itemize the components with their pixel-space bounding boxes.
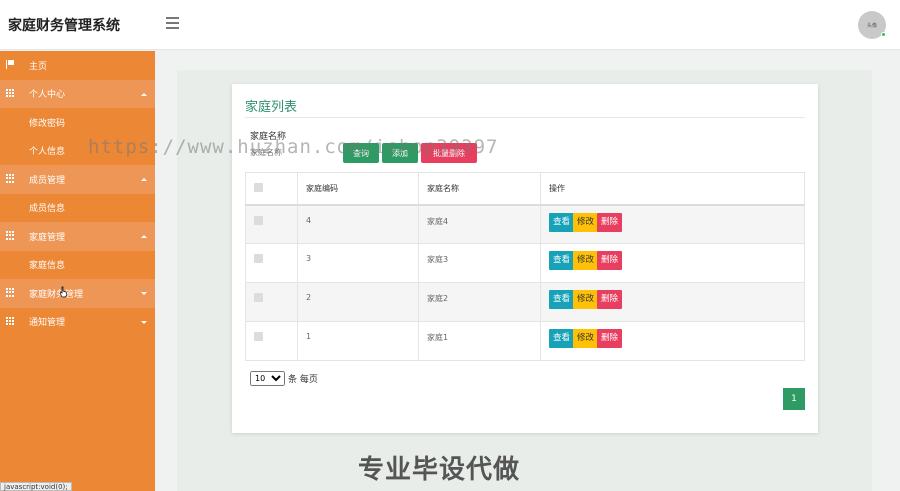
delete-button[interactable]: 删除 — [597, 212, 623, 232]
view-button[interactable]: 查看 — [549, 212, 575, 232]
sidebar-item-family-info[interactable]: 家庭信息 — [0, 251, 155, 280]
sidebar-item-change-password[interactable]: 修改密码 — [0, 108, 155, 137]
grid-icon — [6, 288, 15, 297]
delete-button[interactable]: 删除 — [597, 251, 623, 270]
column-header: 家庭名称 — [418, 172, 541, 206]
hand-cursor-icon — [60, 286, 68, 298]
menu-toggle-icon[interactable] — [166, 17, 179, 30]
grid-icon — [6, 231, 15, 240]
family-code: 2 — [297, 282, 419, 322]
page-size-control: 10 条 每页 — [250, 371, 318, 386]
sidebar: 主页 个人中心 修改密码 个人信息 成员管理 成员信息 家庭管理 家庭信息 家庭… — [0, 51, 155, 491]
sidebar-item-label: 修改密码 — [29, 118, 66, 129]
edit-button[interactable]: 修改 — [573, 212, 599, 232]
view-button[interactable]: 查看 — [549, 290, 575, 309]
edit-button[interactable]: 修改 — [573, 290, 599, 309]
sidebar-group-family[interactable]: 家庭管理 — [0, 222, 155, 251]
top-bar: 家庭财务管理系统 头像 — [0, 0, 900, 50]
watermark-text: https://www.huzhan.com/ishop39397 — [88, 136, 499, 158]
page-size-select[interactable]: 10 — [250, 371, 285, 386]
table-header-row: 家庭编码 家庭名称 操作 — [245, 172, 805, 206]
sidebar-item-member-info[interactable]: 成员信息 — [0, 194, 155, 223]
family-code: 1 — [297, 321, 419, 361]
row-checkbox[interactable] — [254, 215, 263, 225]
grid-icon — [6, 174, 15, 183]
per-page-label: 条 每页 — [288, 375, 318, 385]
sidebar-group-notice[interactable]: 通知管理 — [0, 308, 155, 337]
sidebar-item-label: 个人信息 — [29, 147, 66, 158]
table-row: 1 家庭1 查看 修改 删除 — [245, 321, 805, 361]
sidebar-group-personal[interactable]: 个人中心 — [0, 79, 155, 108]
family-name: 家庭4 — [418, 204, 541, 244]
title-divider — [245, 117, 805, 118]
page-1-button[interactable]: 1 — [783, 388, 805, 410]
edit-button[interactable]: 修改 — [573, 329, 599, 348]
sidebar-item-label: 个人中心 — [29, 90, 66, 101]
online-status-icon — [881, 32, 886, 37]
family-name: 家庭1 — [418, 321, 541, 361]
sidebar-item-label: 家庭信息 — [29, 261, 66, 272]
delete-button[interactable]: 删除 — [597, 290, 623, 309]
avatar-label: 头像 — [866, 22, 877, 29]
family-name: 家庭2 — [418, 282, 541, 322]
sidebar-item-label: 主页 — [29, 61, 48, 72]
sidebar-item-home[interactable]: 主页 — [0, 51, 155, 80]
grid-icon — [6, 316, 15, 326]
sidebar-group-finance[interactable]: 家庭财务管理 — [0, 279, 155, 308]
sidebar-item-label: 家庭管理 — [29, 232, 66, 243]
row-checkbox[interactable] — [254, 293, 263, 302]
family-code: 4 — [297, 204, 419, 244]
chevron-up-icon — [141, 235, 147, 238]
chevron-down-icon — [141, 292, 147, 295]
avatar[interactable]: 头像 — [858, 11, 886, 39]
page-title: 家庭列表 — [245, 100, 298, 115]
flag-icon — [6, 60, 15, 69]
chevron-up-icon — [141, 178, 147, 181]
sidebar-item-label: 成员管理 — [29, 175, 66, 186]
delete-button[interactable]: 删除 — [597, 329, 623, 348]
sidebar-group-members[interactable]: 成员管理 — [0, 165, 155, 194]
family-table: 家庭编码 家庭名称 操作 4 家庭4 查看 修改 删除 3 家庭3 查看 修改 删除 — [245, 172, 805, 361]
column-header: 家庭编码 — [297, 172, 419, 206]
status-bar-url: javascript:void(0); — [0, 482, 72, 491]
row-checkbox[interactable] — [254, 254, 263, 263]
sidebar-item-label: 家庭财务管理 — [29, 289, 84, 300]
promo-banner-text: 专业毕设代做 — [358, 455, 521, 485]
chevron-up-icon — [141, 92, 147, 96]
edit-button[interactable]: 修改 — [573, 251, 599, 270]
view-button[interactable]: 查看 — [549, 251, 575, 270]
grid-icon — [6, 88, 15, 98]
sidebar-item-label: 成员信息 — [29, 204, 66, 215]
family-name: 家庭3 — [418, 243, 541, 283]
row-checkbox[interactable] — [254, 332, 263, 341]
table-row: 4 家庭4 查看 修改 删除 — [245, 204, 805, 244]
select-all-checkbox[interactable] — [254, 183, 263, 192]
table-row: 3 家庭3 查看 修改 删除 — [245, 243, 805, 283]
family-code: 3 — [297, 243, 419, 283]
sidebar-item-label: 通知管理 — [29, 318, 66, 329]
column-header: 操作 — [540, 172, 805, 206]
view-button[interactable]: 查看 — [549, 329, 575, 348]
table-row: 2 家庭2 查看 修改 删除 — [245, 282, 805, 322]
app-title: 家庭财务管理系统 — [8, 18, 120, 34]
chevron-down-icon — [141, 320, 147, 324]
